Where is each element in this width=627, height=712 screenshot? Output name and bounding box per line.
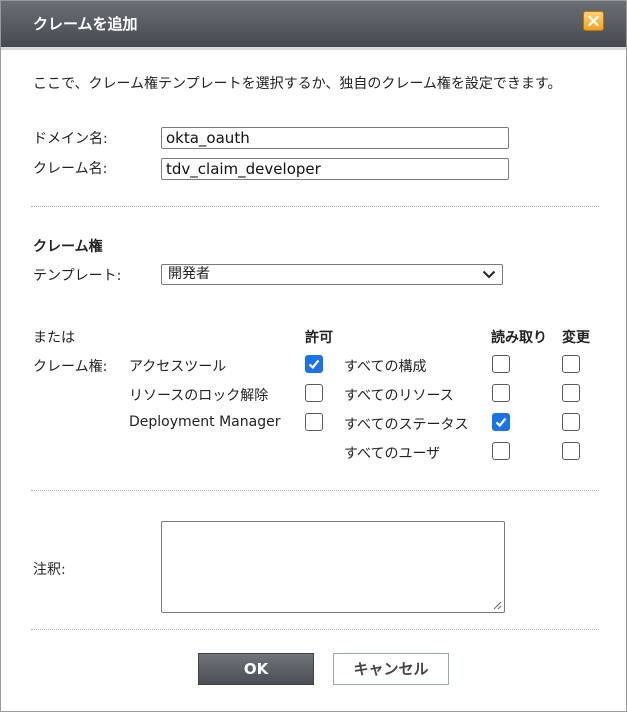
- permission-label-access-tools: アクセスツール: [129, 359, 227, 375]
- annotation-textarea[interactable]: [161, 521, 505, 613]
- template-select[interactable]: 開発者: [161, 264, 503, 285]
- domain-label: ドメイン名:: [33, 131, 108, 147]
- resize-grip-icon[interactable]: [492, 600, 502, 610]
- col-permit-header: 許可: [305, 330, 333, 346]
- divider: [31, 629, 599, 630]
- checkmark-icon: [308, 359, 320, 370]
- close-icon: [588, 15, 599, 27]
- modify-checkbox-all-users[interactable]: [562, 442, 580, 460]
- read-checkbox-all-status[interactable]: [492, 413, 510, 431]
- permission-checkbox-access-tools[interactable]: [305, 355, 323, 373]
- permission-label-unlock-resources: リソースのロック解除: [129, 388, 269, 404]
- col-modify-header: 変更: [562, 330, 590, 346]
- permission-checkbox-unlock-resources[interactable]: [305, 384, 323, 402]
- divider: [31, 206, 599, 207]
- checkmark-icon: [495, 417, 507, 428]
- modify-checkbox-all-status[interactable]: [562, 413, 580, 431]
- close-button[interactable]: [583, 11, 604, 31]
- intro-text: ここで、クレーム権テンプレートを選択するか、独自のクレーム権を設定できます。: [33, 76, 562, 92]
- divider: [31, 490, 599, 491]
- claims-section-title: クレーム権: [33, 239, 103, 255]
- read-checkbox-all-config[interactable]: [492, 355, 510, 373]
- modify-checkbox-all-config[interactable]: [562, 355, 580, 373]
- dialog-title: クレームを追加: [33, 15, 138, 33]
- annotation-label: 注釈:: [33, 562, 66, 578]
- claim-name-label: クレーム名:: [33, 161, 108, 177]
- permission-label-deployment-manager: Deployment Manager: [129, 414, 281, 430]
- add-claim-dialog: クレームを追加 ここで、クレーム権テンプレートを選択するか、独自のクレーム権を設…: [0, 0, 627, 712]
- domain-input[interactable]: okta_oauth: [161, 127, 509, 149]
- permission-checkbox-deployment-manager[interactable]: [305, 413, 323, 431]
- read-checkbox-all-users[interactable]: [492, 442, 510, 460]
- or-label: または: [33, 330, 75, 346]
- scope-label-all-config: すべての構成: [344, 359, 427, 375]
- col-read-header: 読み取り: [491, 330, 547, 346]
- ok-button[interactable]: OK: [198, 653, 314, 685]
- scope-label-all-resources: すべてのリソース: [344, 388, 454, 404]
- claim-name-input[interactable]: tdv_claim_developer: [161, 158, 509, 180]
- cancel-button[interactable]: キャンセル: [333, 653, 449, 685]
- modify-checkbox-all-resources[interactable]: [562, 384, 580, 402]
- dialog-titlebar: クレームを追加: [1, 1, 626, 50]
- template-selected-value: 開発者: [168, 266, 210, 282]
- template-label: テンプレート:: [33, 268, 122, 284]
- read-checkbox-all-resources[interactable]: [492, 384, 510, 402]
- scope-label-all-status: すべてのステータス: [344, 417, 469, 433]
- scope-label-all-users: すべてのユーザ: [344, 446, 441, 462]
- chevron-down-icon: [482, 270, 496, 279]
- rights-label: クレーム権:: [33, 359, 108, 375]
